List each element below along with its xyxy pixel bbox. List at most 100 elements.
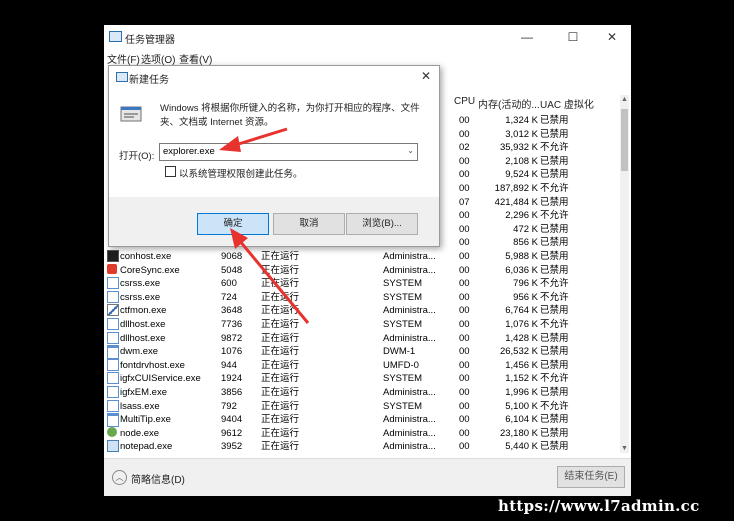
process-pid: 9872: [221, 332, 243, 344]
minimize-button[interactable]: —: [507, 27, 547, 47]
process-name: conhost.exe: [120, 251, 172, 262]
table-row[interactable]: dllhost.exe 7736 正在运行 SYSTEM 00 1,076 K 不允许: [104, 318, 619, 332]
process-status: 正在运行: [261, 332, 300, 344]
process-status: 正在运行: [261, 373, 300, 385]
notepad-icon: [107, 440, 119, 453]
process-pid: 944: [221, 359, 237, 371]
chevron-up-icon[interactable]: ︿: [112, 470, 127, 485]
process-cpu: 00: [459, 169, 470, 181]
menu-view[interactable]: 查看(V): [179, 51, 212, 66]
menu-options[interactable]: 选项(O): [141, 51, 175, 66]
table-row[interactable]: fontdrvhost.exe 944 正在运行 UMFD-0 00 1,456 K 已禁用: [104, 358, 619, 373]
process-cpu: 00: [459, 115, 470, 126]
process-uac: 已禁用: [540, 264, 569, 276]
admin-privilege-label[interactable]: 以系统管理权限创建此任务。: [179, 166, 303, 180]
process-uac: 已禁用: [540, 332, 569, 344]
process-user: UMFD-0: [383, 359, 419, 371]
process-user: Administra...: [383, 441, 436, 453]
process-uac: 已禁用: [540, 128, 569, 140]
process-name: notepad.exe: [120, 441, 173, 453]
process-memory: 472 K: [513, 223, 538, 235]
process-memory: 5,100 K: [505, 400, 538, 412]
process-pid: 3648: [221, 305, 243, 317]
column-header-memory[interactable]: 内存(活动的...: [478, 96, 540, 111]
process-user: SYSTEM: [383, 400, 423, 412]
table-row[interactable]: MultiTip.exe 9404 正在运行 Administra... 00 6,104…: [104, 413, 619, 428]
dialog-close-button[interactable]: ✕: [421, 69, 431, 83]
ok-button[interactable]: 确定: [197, 213, 269, 235]
process-uac: 已禁用: [540, 223, 569, 235]
vertical-scrollbar[interactable]: ▲ ▼: [620, 95, 629, 453]
close-button[interactable]: ✕: [592, 27, 632, 47]
table-row[interactable]: dwm.exe 1076 正在运行 DWM-1 00 26,532 K 已禁用: [104, 345, 619, 360]
process-uac: 已禁用: [540, 359, 569, 371]
open-input-value[interactable]: explorer.exe: [163, 146, 215, 157]
process-name: igfxCUIService.exe: [120, 373, 201, 385]
process-memory: 1,428 K: [505, 332, 538, 344]
process-uac: 不允许: [540, 400, 569, 412]
process-memory: 796 K: [513, 278, 538, 290]
process-user: Administra...: [383, 387, 436, 398]
process-pid: 600: [221, 278, 237, 290]
watermark-text: https://www.l7admin.cc: [498, 497, 700, 515]
process-uac: 已禁用: [540, 251, 569, 262]
system-icon: [107, 372, 119, 385]
chevron-down-icon[interactable]: ⌄: [407, 146, 414, 155]
column-header-cpu[interactable]: CPU: [454, 96, 475, 107]
process-user: DWM-1: [383, 346, 416, 358]
process-user: SYSTEM: [383, 319, 423, 330]
table-row[interactable]: lsass.exe 792 正在运行 SYSTEM 00 5,100 K 不允许: [104, 399, 619, 414]
process-cpu: 00: [459, 291, 470, 303]
node-icon: [107, 426, 117, 437]
process-memory: 1,996 K: [505, 387, 538, 398]
cancel-button[interactable]: 取消: [273, 213, 345, 235]
process-uac: 已禁用: [540, 346, 569, 358]
table-row[interactable]: csrss.exe 724 正在运行 SYSTEM 00 956 K 不允许: [104, 290, 619, 305]
scroll-down-icon[interactable]: ▼: [621, 445, 628, 452]
process-cpu: 00: [459, 387, 470, 398]
process-memory: 1,152 K: [505, 373, 538, 385]
process-memory: 856 K: [513, 237, 538, 249]
process-pid: 3856: [221, 387, 243, 398]
process-cpu: 00: [459, 359, 470, 371]
process-pid: 7736: [221, 319, 243, 330]
process-cpu: 07: [459, 196, 470, 208]
maximize-button[interactable]: ☐: [553, 27, 593, 47]
table-row[interactable]: conhost.exe 9068 正在运行 Administra... 00 5,988 …: [104, 250, 619, 264]
process-cpu: 00: [459, 305, 470, 317]
end-task-button[interactable]: 结束任务(E): [557, 466, 625, 488]
scroll-thumb[interactable]: [621, 109, 628, 171]
column-header-uac[interactable]: UAC 虚拟化: [540, 96, 594, 111]
table-row[interactable]: igfxCUIService.exe 1924 正在运行 SYSTEM 00 1,152 …: [104, 372, 619, 386]
browse-button[interactable]: 浏览(B)...: [346, 213, 418, 235]
process-uac: 已禁用: [540, 155, 569, 167]
scroll-up-icon[interactable]: ▲: [621, 96, 628, 103]
process-cpu: 00: [459, 427, 470, 439]
process-uac: 已禁用: [540, 115, 569, 126]
open-input[interactable]: explorer.exe ⌄: [159, 143, 418, 161]
process-memory: 1,456 K: [505, 359, 538, 371]
fewer-details-link[interactable]: 简略信息(D): [131, 471, 185, 486]
process-uac: 不允许: [540, 210, 569, 222]
process-cpu: 00: [459, 264, 470, 276]
table-row[interactable]: CoreSync.exe 5048 正在运行 Administra... 00 6,036…: [104, 263, 619, 278]
table-row[interactable]: igfxEM.exe 3856 正在运行 Administra... 00 1,996 K…: [104, 386, 619, 400]
table-row[interactable]: dllhost.exe 9872 正在运行 Administra... 00 1,428 …: [104, 331, 619, 346]
system-icon: [107, 290, 119, 303]
process-cpu: 00: [459, 346, 470, 358]
process-cpu: 00: [459, 223, 470, 235]
process-memory: 26,532 K: [499, 346, 538, 358]
process-cpu: 00: [459, 373, 470, 385]
menu-file[interactable]: 文件(F): [107, 51, 140, 66]
process-pid: 5048: [221, 264, 243, 276]
table-row[interactable]: node.exe 9612 正在运行 Administra... 00 23,180 K已…: [104, 426, 619, 441]
table-row[interactable]: notepad.exe 3952 正在运行 Administra... 00 5,440 …: [104, 440, 619, 454]
process-uac: 已禁用: [540, 237, 569, 249]
table-row[interactable]: ctfmon.exe 3648 正在运行 Administra... 00 6,764 K…: [104, 304, 619, 318]
table-row[interactable]: csrss.exe 600 正在运行 SYSTEM 00 796 K 不允许: [104, 277, 619, 291]
process-cpu: 00: [459, 251, 470, 262]
admin-privilege-checkbox[interactable]: [165, 166, 176, 177]
system-icon: [107, 358, 119, 371]
process-cpu: 00: [459, 414, 470, 426]
dialog-description: Windows 将根据你所键入的名称，为你打开相应的程序、文件夹、文档或 Int…: [160, 103, 420, 128]
